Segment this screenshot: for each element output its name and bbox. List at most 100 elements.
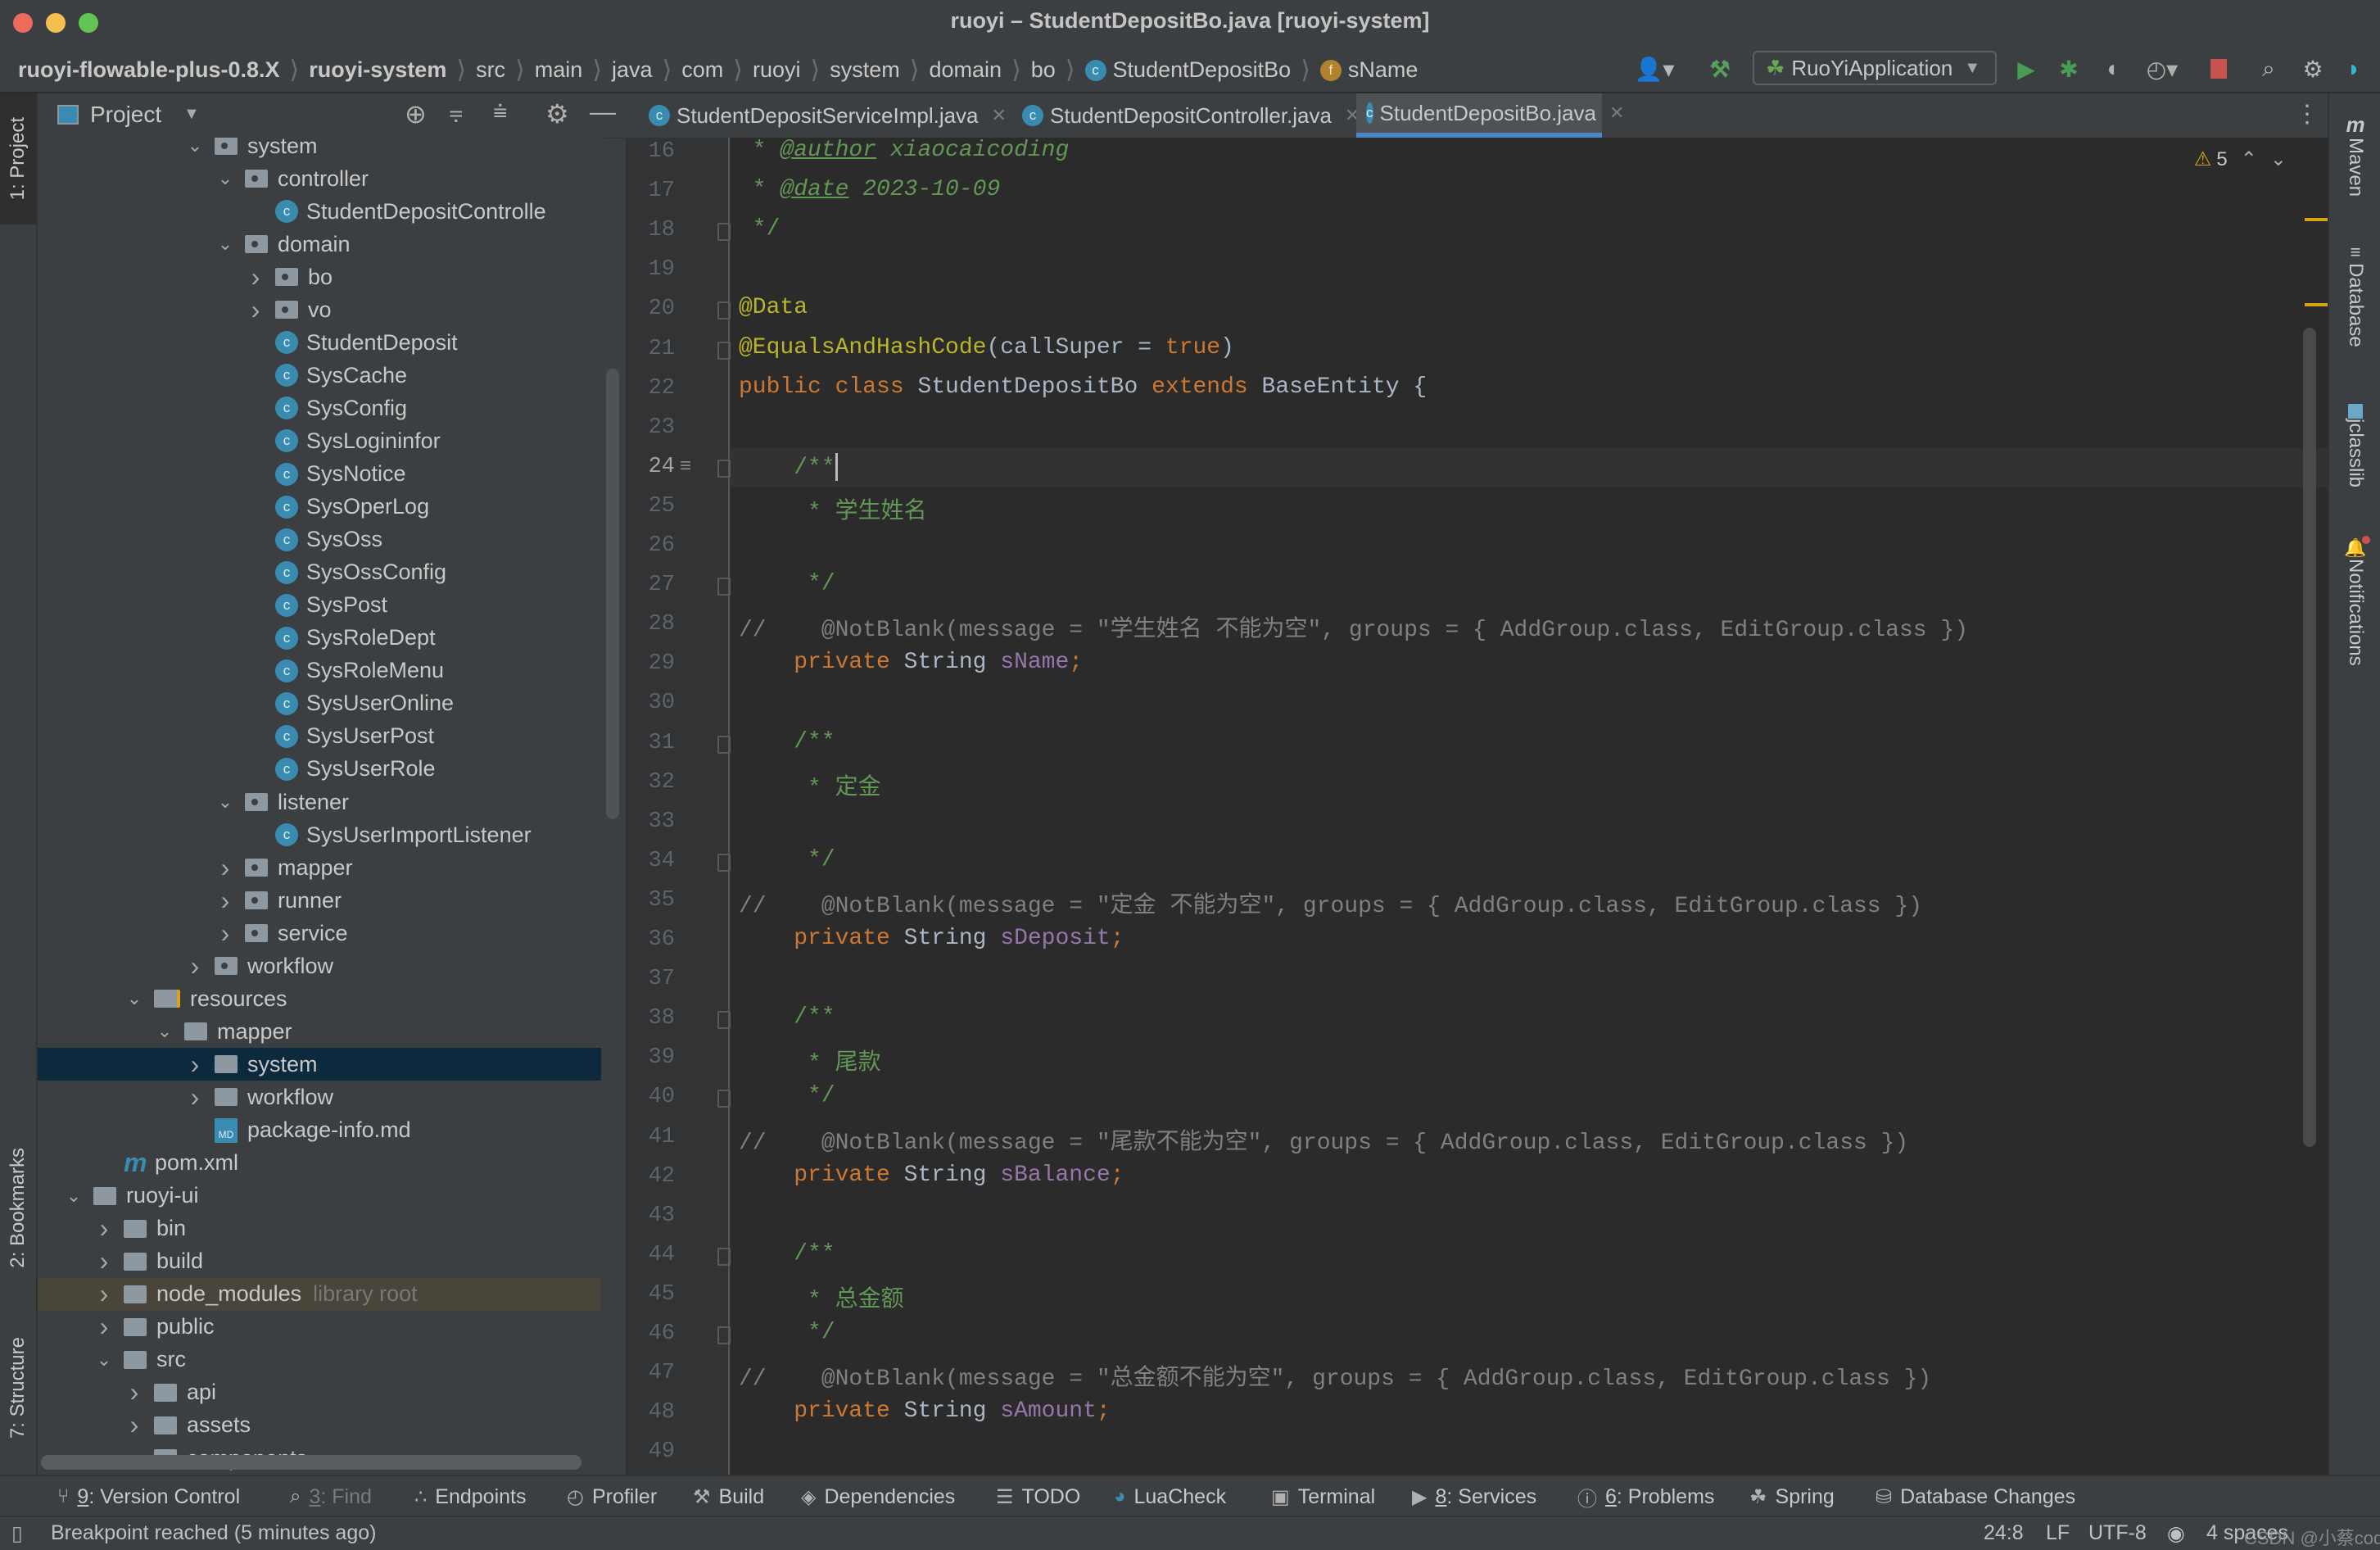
debug-icon[interactable]: ✱ xyxy=(2054,52,2084,85)
breadcrumb-item[interactable]: bo xyxy=(1031,57,1056,83)
chevron-right-icon[interactable]: › xyxy=(187,1082,203,1113)
tree-item[interactable]: ⌄ domain xyxy=(38,228,601,261)
tool-window-db-changes[interactable]: ⛁ Database Changes xyxy=(1875,1483,2075,1511)
gear-icon[interactable]: ⚙ xyxy=(545,98,569,129)
tree-item[interactable]: › public xyxy=(38,1311,601,1344)
tree-item[interactable]: › runner xyxy=(38,884,601,917)
chevron-down-icon[interactable]: ⌄ xyxy=(156,1021,173,1042)
fold-marker-icon[interactable] xyxy=(717,853,731,872)
run-icon[interactable]: ▶ xyxy=(2011,52,2041,85)
fold-marker-icon[interactable] xyxy=(717,735,731,754)
jclasslib-tool-tab[interactable]: jclasslib xyxy=(2329,380,2380,511)
fold-marker-icon[interactable] xyxy=(717,1326,731,1344)
close-tab-icon[interactable]: ✕ xyxy=(992,105,1007,126)
tab-studentdepositbo[interactable]: c StudentDepositBo.java ✕ xyxy=(1356,93,1624,138)
tree-item[interactable]: › api xyxy=(38,1376,601,1409)
chevron-right-icon[interactable]: › xyxy=(96,1279,112,1309)
chevron-down-icon[interactable]: ⌄ xyxy=(217,168,233,189)
breadcrumb-item[interactable]: src xyxy=(476,57,505,83)
search-icon[interactable]: ⌕ xyxy=(2254,52,2283,85)
caret-position[interactable]: 24:8 xyxy=(1984,1521,2024,1545)
chevron-right-icon[interactable]: › xyxy=(187,1049,203,1080)
collapse-all-icon[interactable]: ⩧ xyxy=(493,98,508,126)
more-tabs-icon[interactable]: ⋮ xyxy=(2295,100,2319,129)
toolbox-icon[interactable]: ◗ xyxy=(2339,52,2369,85)
tree-item[interactable]: › bin xyxy=(38,1212,601,1245)
tool-window-branch[interactable]: ⑂ 9: Version Control xyxy=(57,1483,240,1511)
tree-item[interactable]: c SysOssConfig xyxy=(38,556,601,589)
project-tree-horizontal-scrollbar[interactable] xyxy=(41,1455,581,1470)
chevron-right-icon[interactable]: › xyxy=(96,1312,112,1342)
tree-item[interactable]: › mapper xyxy=(38,851,601,884)
tree-item[interactable]: c StudentDeposit xyxy=(38,326,601,359)
tree-item[interactable]: › bo xyxy=(38,261,601,293)
tree-item[interactable]: c SysConfig xyxy=(38,392,601,424)
breadcrumb-item[interactable]: com xyxy=(681,57,723,83)
fold-marker-icon[interactable] xyxy=(717,1090,731,1108)
tree-item[interactable]: ⌄ controller xyxy=(38,162,601,195)
next-highlight-icon[interactable]: ⌄ xyxy=(2270,147,2287,171)
tree-item[interactable]: c SysOperLog xyxy=(38,491,601,523)
chevron-down-icon[interactable]: ⌄ xyxy=(187,138,203,156)
project-tool-tab[interactable]: 1: Project xyxy=(0,93,36,224)
user-icon[interactable]: 👤▾ xyxy=(1630,52,1679,85)
editor-scrollbar[interactable] xyxy=(2303,328,2316,1147)
tab-studentdepositcontroller[interactable]: c StudentDepositController.java ✕ xyxy=(1012,93,1369,138)
tree-item[interactable]: ⌄ src xyxy=(38,1344,601,1376)
tree-item[interactable]: ⌄ mapper xyxy=(38,1015,601,1048)
code-editor[interactable]: ⚠ 5 ⌃ ⌄ 16 * @author xiaocaicoding 17 * @… xyxy=(626,138,2328,1475)
fold-marker-icon[interactable] xyxy=(717,341,731,360)
warning-marker[interactable] xyxy=(2305,303,2328,306)
chevron-right-icon[interactable]: › xyxy=(187,951,203,981)
chevron-down-icon[interactable]: ▼ xyxy=(183,105,200,124)
chevron-right-icon[interactable]: › xyxy=(126,1410,143,1440)
chevron-right-icon[interactable]: › xyxy=(217,886,233,916)
expand-all-icon[interactable]: ⩦ xyxy=(449,98,464,126)
fold-marker-icon[interactable] xyxy=(717,578,731,596)
breadcrumb-item[interactable]: system xyxy=(830,57,900,83)
project-tree-scrollbar[interactable] xyxy=(606,369,619,819)
inspection-widget[interactable]: ⚠ 5 ⌃ ⌄ xyxy=(2194,147,2287,171)
chevron-right-icon[interactable]: › xyxy=(126,1377,143,1407)
tree-item[interactable]: › build xyxy=(38,1245,601,1278)
tool-window-search[interactable]: ⌕ 3: Find xyxy=(290,1483,372,1511)
chevron-down-icon[interactable]: ⌄ xyxy=(126,988,143,1009)
chevron-right-icon[interactable]: › xyxy=(96,1213,112,1244)
chevron-right-icon[interactable]: › xyxy=(247,262,264,292)
tree-item[interactable]: › assets xyxy=(38,1409,601,1442)
eye-icon[interactable]: ◉ xyxy=(2167,1521,2185,1546)
breadcrumb-item[interactable]: main xyxy=(535,57,583,83)
tree-item[interactable]: ⌄ ruoyi-ui xyxy=(38,1180,601,1212)
tree-item[interactable]: c SysCache xyxy=(38,359,601,392)
breadcrumb-item[interactable]: ruoyi xyxy=(753,57,801,83)
tree-item[interactable]: ⌄ resources xyxy=(38,982,601,1015)
coverage-icon[interactable]: ◖ xyxy=(2097,52,2126,85)
warning-marker[interactable] xyxy=(2305,218,2328,221)
tree-item[interactable]: c SysNotice xyxy=(38,458,601,491)
tree-item[interactable]: MD package-info.md xyxy=(38,1114,601,1147)
fold-marker-icon[interactable] xyxy=(717,1011,731,1030)
maven-tool-tab[interactable]: m Maven xyxy=(2329,102,2380,208)
tool-window-terminal[interactable]: ▣ Terminal xyxy=(1271,1483,1375,1511)
chevron-down-icon[interactable]: ⌄ xyxy=(217,233,233,255)
fold-marker-icon[interactable] xyxy=(717,223,731,242)
chevron-right-icon[interactable]: › xyxy=(247,295,264,325)
chevron-right-icon[interactable]: › xyxy=(217,918,233,949)
code-lens-icon[interactable]: ≡ xyxy=(680,455,691,478)
tool-window-profiler[interactable]: ◴ Profiler xyxy=(567,1483,657,1511)
project-view-selector[interactable]: Project xyxy=(90,102,161,128)
tree-item[interactable]: c SysPost xyxy=(38,589,601,622)
tree-item[interactable]: c StudentDepositControlle xyxy=(38,195,601,228)
close-tab-icon[interactable]: ✕ xyxy=(1609,102,1624,124)
chevron-down-icon[interactable]: ⌄ xyxy=(217,791,233,813)
tree-item[interactable]: c SysUserRole xyxy=(38,753,601,786)
tree-item[interactable]: › node_modules library root xyxy=(38,1277,601,1311)
locate-icon[interactable]: ⊕ xyxy=(405,98,427,129)
tool-window-list[interactable]: ☰ TODO xyxy=(996,1483,1080,1511)
tree-item[interactable]: c SysUserOnline xyxy=(38,687,601,720)
fold-marker-icon[interactable] xyxy=(717,459,731,478)
bookmarks-tool-tab[interactable]: 2: Bookmarks xyxy=(0,1126,36,1289)
breadcrumb-item[interactable]: java xyxy=(612,57,653,83)
notifications-tool-tab[interactable]: 🔔 Notifications xyxy=(2329,519,2380,683)
previous-highlight-icon[interactable]: ⌃ xyxy=(2241,147,2257,171)
